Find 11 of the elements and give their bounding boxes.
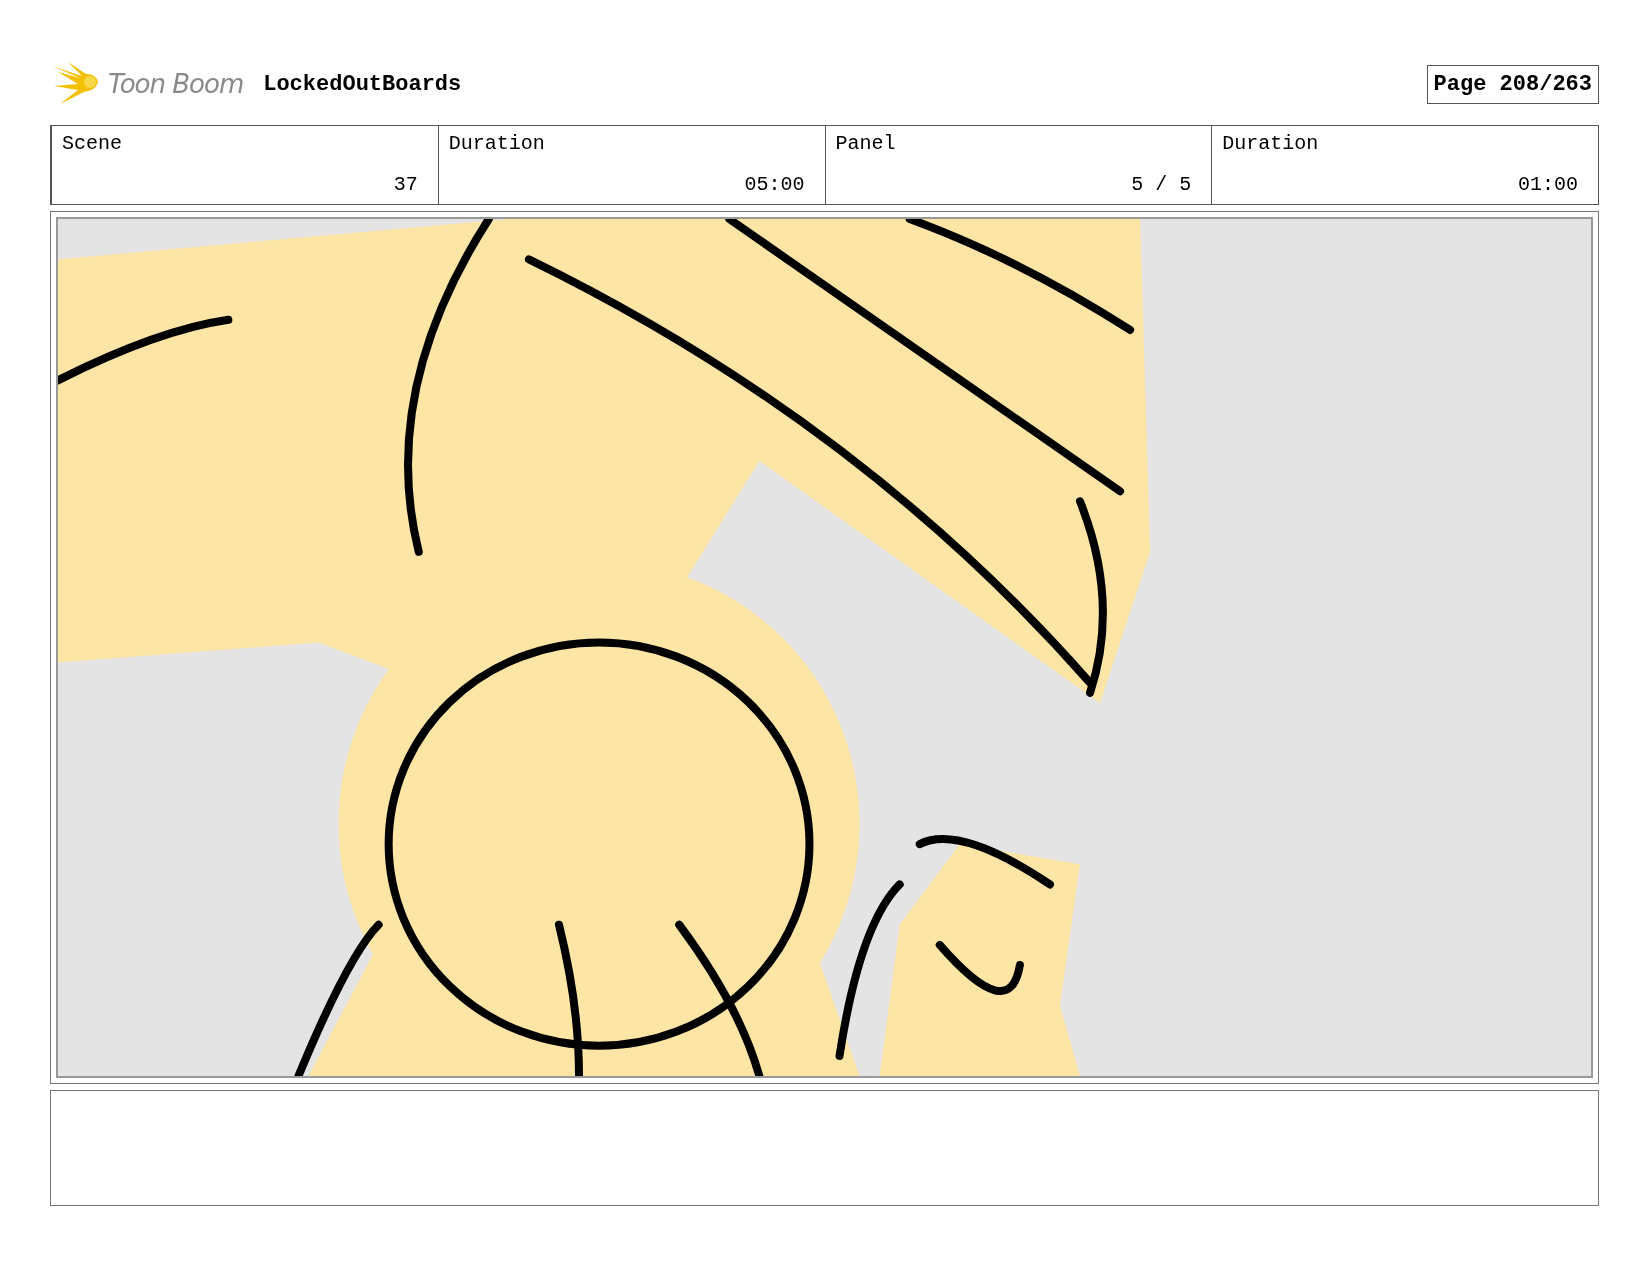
field-value: 05:00 bbox=[744, 173, 805, 196]
field-label: Duration bbox=[448, 132, 546, 155]
field-value: 01:00 bbox=[1518, 173, 1578, 196]
project-title: LockedOutBoards bbox=[263, 71, 462, 97]
field-label: Duration bbox=[1222, 132, 1320, 155]
logo-text: Toon Boom bbox=[108, 69, 244, 99]
field-label: Panel bbox=[835, 132, 897, 155]
page-number: Page 208/263 bbox=[1426, 64, 1599, 104]
field-value: 5 / 5 bbox=[1131, 173, 1192, 196]
field-label: Scene bbox=[62, 132, 123, 155]
field-value: 37 bbox=[393, 173, 418, 196]
